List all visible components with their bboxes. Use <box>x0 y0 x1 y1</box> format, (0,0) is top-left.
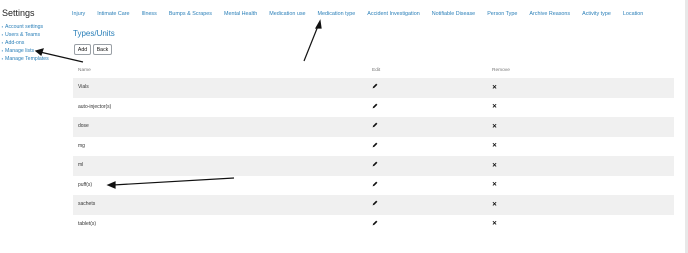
close-icon[interactable]: ✕ <box>492 84 497 91</box>
pencil-icon[interactable] <box>372 103 378 109</box>
table-row: Vials ✕ <box>73 78 674 98</box>
pencil-icon[interactable] <box>372 83 378 89</box>
tab-person-type[interactable]: Person Type <box>487 11 517 17</box>
close-icon[interactable]: ✕ <box>492 123 497 130</box>
row-name: Vials <box>78 84 89 90</box>
tab-injury[interactable]: Injury <box>72 11 85 17</box>
table-header: Name Edit Remove <box>73 62 674 78</box>
list-icon: ▪ <box>1 48 4 53</box>
column-header-edit: Edit <box>372 68 381 73</box>
sidebar-item-add-ons[interactable]: ▪ Add-ons <box>1 39 49 47</box>
table-row: mg ✕ <box>73 137 674 157</box>
list-tabs: Injury Intimate Care Illness Bumps & Scr… <box>72 11 643 17</box>
sidebar-item-users-teams[interactable]: ▪ Users & Teams <box>1 31 49 39</box>
tab-archive-reasons[interactable]: Archive Reasons <box>529 11 570 17</box>
close-icon[interactable]: ✕ <box>492 142 497 149</box>
settings-sidebar: Settings ▪ Account settings ▪ Users & Te… <box>0 0 64 253</box>
table-row: dose ✕ <box>73 117 674 137</box>
table-row: puff(s) ✕ <box>73 176 674 196</box>
pencil-icon[interactable] <box>372 200 378 206</box>
sidebar-item-label: Account settings <box>5 24 44 30</box>
table-row: tablet(s) ✕ <box>73 215 674 235</box>
sidebar-item-manage-lists[interactable]: ▪ Manage lists <box>1 47 49 55</box>
pencil-icon[interactable] <box>372 220 378 226</box>
close-icon[interactable]: ✕ <box>492 220 497 227</box>
table-row: auto-injector(s) ✕ <box>73 98 674 118</box>
back-button[interactable]: Back <box>93 44 112 55</box>
sidebar-title: Settings <box>2 8 35 18</box>
column-header-remove: Remove <box>492 68 510 73</box>
row-name: dose <box>78 123 89 129</box>
table-row: ml ✕ <box>73 156 674 176</box>
pencil-icon[interactable] <box>372 161 378 167</box>
sidebar-item-label: Add-ons <box>5 40 25 46</box>
row-name: ml <box>78 162 84 168</box>
tab-accident-investigation[interactable]: Accident Investigation <box>367 11 419 17</box>
tab-activity-type[interactable]: Activity type <box>582 11 611 17</box>
column-header-name: Name <box>78 68 91 73</box>
row-name: mg <box>78 142 85 149</box>
tab-illness[interactable]: Illness <box>142 11 157 17</box>
types-units-table: Name Edit Remove Vials ✕ auto-injector(s… <box>73 62 674 234</box>
row-name: auto-injector(s) <box>78 103 112 110</box>
tab-location[interactable]: Location <box>623 11 643 17</box>
gear-icon: ▪ <box>1 24 4 29</box>
row-name: puff(s) <box>78 181 93 188</box>
arrowhead <box>314 19 322 29</box>
sidebar-item-account-settings[interactable]: ▪ Account settings <box>1 23 49 31</box>
close-icon[interactable]: ✕ <box>492 181 497 188</box>
close-icon[interactable]: ✕ <box>492 201 497 208</box>
row-name: tablet(s) <box>78 220 97 227</box>
tab-medication-type[interactable]: Medication type <box>318 11 356 17</box>
tab-mental-health[interactable]: Mental Health <box>224 11 257 17</box>
close-icon[interactable]: ✕ <box>492 103 497 110</box>
tab-intimate-care[interactable]: Intimate Care <box>97 11 129 17</box>
row-name: sachets <box>78 201 96 207</box>
sidebar-item-manage-templates[interactable]: ▪ Manage Templates <box>1 55 49 63</box>
sidebar-links: ▪ Account settings ▪ Users & Teams ▪ Add… <box>1 23 49 63</box>
sidebar-item-label: Manage Templates <box>5 56 49 62</box>
pencil-icon[interactable] <box>372 181 378 187</box>
tab-notifiable-disease[interactable]: Notifiable Disease <box>432 11 475 17</box>
puzzle-icon: ▪ <box>1 40 4 45</box>
page-title: Types/Units <box>73 29 115 38</box>
sidebar-item-label: Manage lists <box>5 48 35 54</box>
pencil-icon[interactable] <box>372 142 378 148</box>
add-button[interactable]: Add <box>74 44 91 55</box>
sidebar-item-label: Users & Teams <box>5 32 41 38</box>
tab-bumps-scrapes[interactable]: Bumps & Scrapes <box>169 11 212 17</box>
tab-medication-use[interactable]: Medication use <box>269 11 305 17</box>
annotation-arrow-medication-type <box>303 25 319 62</box>
close-icon[interactable]: ✕ <box>492 162 497 169</box>
pencil-icon[interactable] <box>372 122 378 128</box>
users-icon: ▪ <box>1 32 4 37</box>
table-row: sachets ✕ <box>73 195 674 215</box>
template-icon: ▪ <box>1 56 4 61</box>
